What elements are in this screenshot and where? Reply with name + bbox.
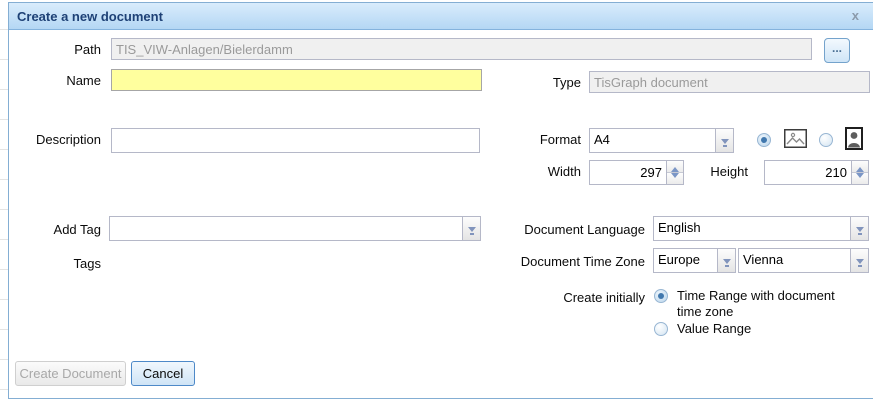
time-zone-city-combo[interactable]: Vienna	[738, 248, 869, 273]
time-range-option-label: Time Range with document time zone	[677, 288, 835, 319]
close-icon[interactable]: x	[852, 8, 859, 24]
path-field	[111, 38, 812, 60]
format-combo[interactable]: A4	[589, 128, 734, 153]
dialog-title: Create a new document	[17, 8, 163, 24]
portrait-person-icon[interactable]	[845, 127, 863, 155]
time-zone-region-dropdown-button[interactable]	[717, 249, 735, 272]
time-range-radio[interactable]	[654, 289, 668, 303]
cancel-button[interactable]: Cancel	[131, 361, 195, 386]
height-label: Height	[710, 164, 748, 179]
time-zone-city-dropdown-button[interactable]	[850, 249, 868, 272]
orientation-landscape-radio[interactable]	[757, 133, 771, 147]
add-tag-value	[110, 217, 462, 240]
value-range-option-label: Value Range	[677, 321, 752, 336]
height-spin-down-icon[interactable]	[852, 173, 868, 184]
description-field[interactable]	[111, 128, 480, 153]
create-document-dialog: Create a new document x Path ... Name Ty…	[8, 2, 873, 399]
add-tag-dropdown-button[interactable]	[462, 217, 480, 240]
format-value: A4	[594, 132, 610, 147]
format-label: Format	[539, 132, 581, 147]
add-tag-label: Add Tag	[53, 222, 101, 237]
time-zone-region-value: Europe	[658, 252, 700, 267]
path-label: Path	[74, 42, 101, 57]
tags-label: Tags	[73, 256, 101, 271]
name-field[interactable]	[111, 69, 482, 91]
dialog-titlebar[interactable]: Create a new document	[9, 3, 873, 30]
time-zone-city-value: Vienna	[743, 252, 784, 267]
browse-button[interactable]: ...	[824, 38, 850, 63]
add-tag-combo[interactable]	[109, 216, 481, 241]
create-document-button[interactable]: Create Document	[15, 361, 126, 386]
description-label: Description	[35, 132, 101, 147]
height-stepper	[764, 160, 869, 185]
document-language-combo[interactable]: English	[653, 216, 869, 241]
landscape-image-icon[interactable]	[784, 129, 807, 153]
time-zone-region-combo[interactable]: Europe	[653, 248, 736, 273]
width-label: Width	[547, 164, 581, 179]
create-initially-label: Create initially	[563, 290, 645, 305]
document-language-label: Document Language	[524, 222, 645, 237]
height-spin-up-icon[interactable]	[852, 161, 868, 173]
name-label: Name	[66, 73, 101, 88]
value-range-radio[interactable]	[654, 322, 668, 336]
orientation-portrait-radio[interactable]	[819, 133, 833, 147]
type-label: Type	[552, 75, 581, 90]
type-field	[589, 71, 870, 93]
document-language-dropdown-button[interactable]	[850, 217, 868, 240]
format-dropdown-button[interactable]	[715, 129, 733, 152]
document-language-value: English	[658, 220, 701, 235]
width-field[interactable]	[589, 160, 667, 185]
height-field[interactable]	[764, 160, 852, 185]
document-time-zone-label: Document Time Zone	[520, 254, 645, 269]
screen: Create a new document x Path ... Name Ty…	[0, 0, 873, 400]
